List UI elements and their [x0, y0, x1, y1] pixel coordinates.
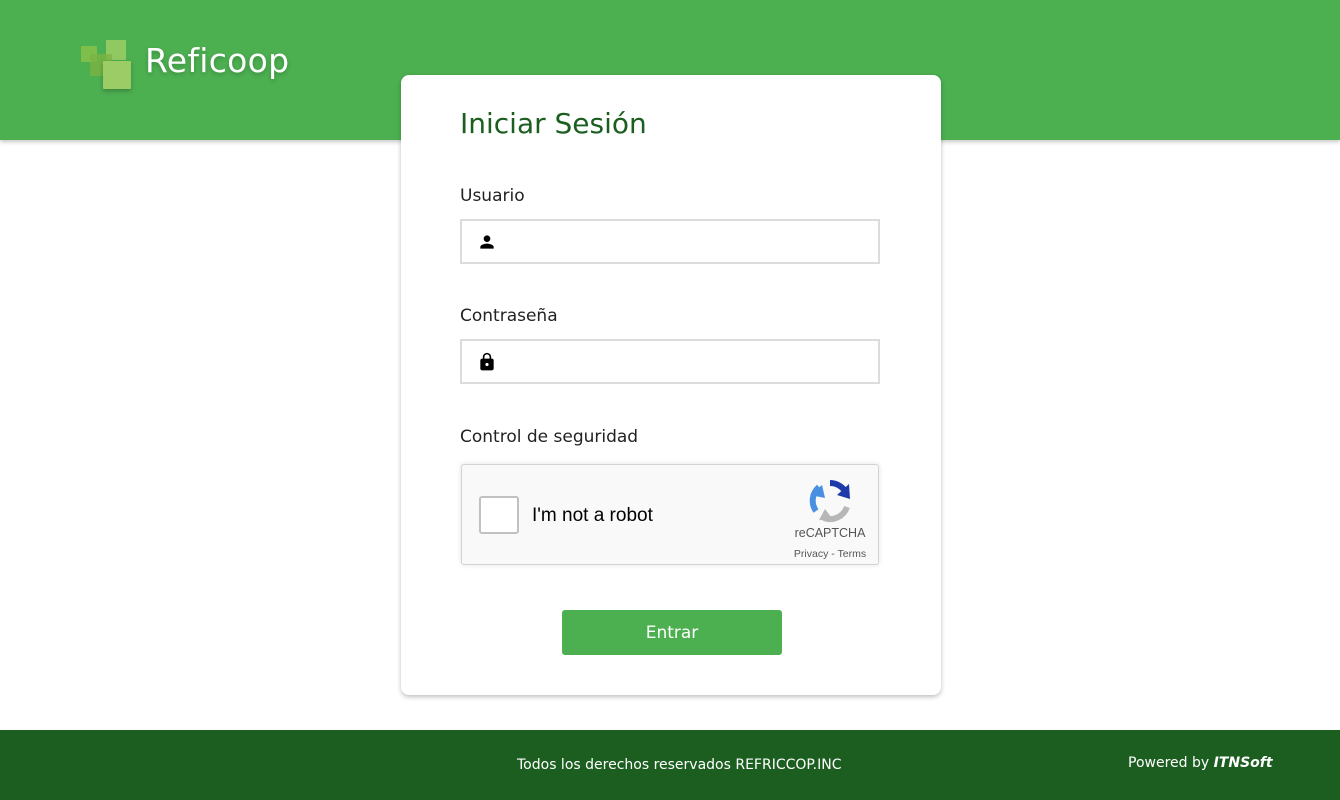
captcha-checkbox-label: I'm not a robot [532, 505, 653, 526]
privacy-link[interactable]: Privacy [794, 548, 828, 560]
reficoop-logo-icon [80, 40, 140, 92]
submit-button[interactable]: Entrar [562, 610, 782, 655]
username-input[interactable] [506, 221, 876, 262]
password-input[interactable] [506, 341, 876, 382]
powered-prefix: Powered by [1128, 755, 1214, 771]
login-card: Iniciar Sesión Usuario Contraseña Contro… [401, 75, 941, 695]
username-field[interactable] [460, 219, 880, 264]
brand-name: Reficoop [145, 41, 290, 80]
powered-brand[interactable]: ITNSoft [1214, 755, 1273, 771]
username-label: Usuario [460, 186, 525, 206]
security-label: Control de seguridad [460, 427, 639, 447]
footer: Todos los derechos reservados REFRICCOP.… [0, 730, 1340, 800]
terms-link[interactable]: Terms [838, 548, 867, 560]
links-separator: - [828, 548, 838, 560]
recaptcha-logo-icon [809, 479, 850, 523]
password-label: Contraseña [460, 306, 558, 326]
recaptcha-brand: reCAPTCHA [794, 526, 866, 540]
password-field[interactable] [460, 339, 880, 384]
person-icon [480, 235, 494, 249]
lock-icon [480, 352, 494, 371]
captcha-checkbox[interactable] [479, 496, 519, 534]
page-title: Iniciar Sesión [460, 107, 647, 140]
copyright-text: Todos los derechos reservados REFRICCOP.… [517, 757, 842, 773]
powered-by: Powered by ITNSoft [1128, 755, 1273, 771]
recaptcha-links: Privacy - Terms [778, 548, 882, 560]
recaptcha-widget: I'm not a robot reCAPTCHA Privacy - Term… [461, 464, 879, 565]
